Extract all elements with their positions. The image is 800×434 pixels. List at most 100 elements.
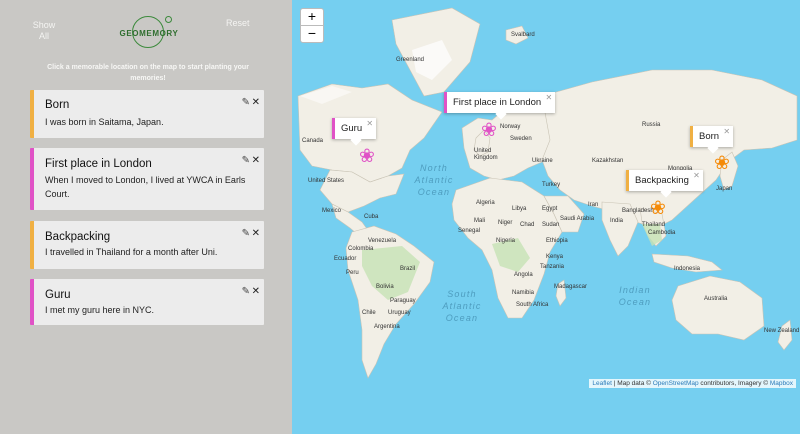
map-label: Greenland [396,57,425,63]
map-label: Thailand [642,222,666,228]
card-title: Backpacking [45,231,111,243]
map-label: New Zealand [764,328,800,334]
popup-backpacking[interactable]: Backpacking ✕ [626,170,703,198]
logo-text: GEOMEMORY [119,29,179,38]
map-label: Sweden [510,136,532,142]
map-label: Nigeria [496,238,516,244]
map-label: Colombia [348,246,374,252]
openstreetmap-link[interactable]: OpenStreetMap [653,380,699,387]
show-all-button[interactable]: Show All [32,20,56,42]
map-label: Svalbard [511,32,535,38]
close-icon[interactable]: ✕ [693,171,700,180]
map-label: Namibia [512,290,535,296]
map-label: Chad [520,222,535,228]
map-label: Ethiopia [546,238,568,244]
memory-card-born[interactable]: Born I was born in Saitama, Japan. ✎ ✕ [30,90,264,138]
logo: GEOMEMORY [114,14,184,52]
leaflet-link[interactable]: Leaflet [592,380,612,387]
memory-card-backpacking[interactable]: Backpacking I travelled in Thailand for … [30,221,264,269]
map-label: Kazakhstan [592,158,624,164]
card-title: Guru [45,289,71,301]
map-label: South Africa [516,302,549,308]
map-label: Ukraine [532,158,553,164]
flower-marker-icon[interactable]: ❀ [481,121,497,140]
close-icon[interactable]: ✕ [366,119,373,128]
map-label: Paraguay [390,298,416,304]
close-icon[interactable]: ✕ [252,97,260,108]
card-title: First place in London [45,158,152,170]
map-label: Niger [498,220,513,226]
memory-card-first-place-in-london[interactable]: First place in London When I moved to Lo… [30,148,264,210]
zoom-in-button[interactable]: + [300,8,324,26]
map-label: Indonesia [674,266,701,272]
reset-button[interactable]: Reset [226,18,250,29]
map-label: Tanzania [540,264,565,270]
map-label: Libya [512,206,527,212]
map-label: Angola [514,272,533,278]
map-label: Uruguay [388,310,411,316]
map-label: Algeria [476,200,495,206]
map-label: United States [308,178,345,184]
map-label: Madagascar [554,284,588,290]
map-label: Peru [346,270,359,276]
map-label: Saudi Arabia [560,216,595,222]
map-attribution: Leaflet | Map data © OpenStreetMap contr… [589,379,796,388]
close-icon[interactable]: ✕ [252,286,260,297]
map-label: Cambodia [648,230,676,236]
card-description: When I moved to London, I lived at YWCA … [45,175,246,199]
logo-dot [165,16,172,23]
card-description: I travelled in Thailand for a month afte… [45,247,218,257]
map-label: Mali [474,218,486,224]
map-label: Bangladesh [622,208,654,214]
map-label: Russia [642,122,661,128]
sidebar: Show All GEOMEMORY Reset Click a memorab… [0,0,292,434]
map-label: Argentina [374,324,400,330]
card-description: I was born in Saitama, Japan. [45,117,164,127]
pencil-icon[interactable]: ✎ [242,286,250,297]
popup-title: Backpacking [635,175,689,186]
map-label: Senegal [458,228,481,234]
close-icon[interactable]: ✕ [546,93,553,102]
card-description: I met my guru here in NYC. [45,305,155,315]
map-label: Mexico [322,208,342,214]
popup-title: Born [699,131,720,142]
map-label: Iran [588,202,599,208]
popup-born[interactable]: Born ✕ [690,126,734,154]
popup-first-place-in-london[interactable]: First place in London ✕ [444,92,556,120]
zoom-out-button[interactable]: − [300,25,324,43]
popup-title: Guru [341,123,363,134]
close-icon[interactable]: ✕ [252,155,260,166]
map-label: United Kingdom [474,148,498,161]
map-label: Venezuela [368,238,397,244]
memory-card-guru[interactable]: Guru I met my guru here in NYC. ✎ ✕ [30,279,264,325]
flower-marker-icon[interactable]: ❀ [650,199,666,218]
pencil-icon[interactable]: ✎ [242,97,250,108]
popup-title: First place in London [453,97,542,108]
card-title: Born [45,99,70,111]
close-icon[interactable]: ✕ [723,127,730,136]
map-label: Japan [716,186,733,192]
map-label: Chile [362,310,376,316]
pencil-icon[interactable]: ✎ [242,228,250,239]
map-label: Cuba [364,214,379,220]
map-label: Bolivia [376,284,394,290]
world-map[interactable]: + − North Atlantic Ocean South Atlantic … [292,0,800,434]
map-label: Australia [704,296,728,302]
mapbox-link[interactable]: Mapbox [770,380,793,387]
ocean-label: Indian Ocean [618,285,652,307]
map-label: Egypt [542,206,558,212]
map-label: Sudan [542,222,560,228]
map-label: Turkey [542,182,561,188]
ocean-label: North Atlantic Ocean [414,163,454,197]
popup-guru[interactable]: Guru ✕ [332,118,377,146]
instructions-text: Click a memorable location on the map to… [47,64,249,82]
pencil-icon[interactable]: ✎ [242,155,250,166]
map-label: Kenya [546,254,564,260]
attribution-text: contributors, Imagery © [698,380,770,387]
flower-marker-icon[interactable]: ❀ [359,147,375,166]
flower-marker-icon[interactable]: ❀ [714,154,730,173]
attribution-text: | Map data © [611,380,653,387]
close-icon[interactable]: ✕ [252,228,260,239]
map-label: Canada [302,138,324,144]
map-label: Brazil [400,266,416,272]
